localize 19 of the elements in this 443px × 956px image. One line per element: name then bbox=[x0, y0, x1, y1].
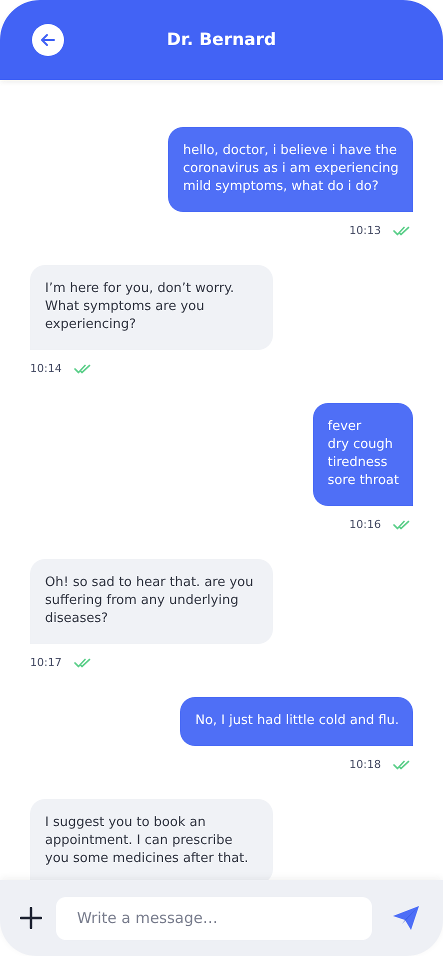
message-input[interactable]: Write a message… bbox=[56, 896, 372, 940]
message-time: 10:13 bbox=[349, 224, 381, 237]
plus-icon bbox=[20, 907, 42, 929]
message-bubble: Oh! so sad to hear that. are you suffering from any underlying diseases? bbox=[30, 559, 273, 644]
message-time: 10:14 bbox=[30, 362, 62, 375]
back-arrow-icon bbox=[39, 31, 57, 49]
message-bubble: No, I just had little cold and flu. bbox=[180, 697, 413, 746]
message-bubble: fever dry cough tiredness sore throat bbox=[312, 403, 413, 506]
back-button[interactable] bbox=[32, 24, 64, 56]
chat-title: Dr. Bernard bbox=[166, 30, 276, 50]
add-button[interactable] bbox=[20, 907, 42, 929]
message-time: 10:18 bbox=[349, 758, 381, 771]
paper-plane-icon bbox=[392, 905, 420, 931]
message-bubble: I suggest you to book an appointment. I can prescribe you some medicines after that. bbox=[30, 799, 273, 880]
send-button[interactable] bbox=[392, 905, 420, 931]
message-bubble: I’m here for you, don’t worry. What symptoms are you experiencing? bbox=[30, 265, 273, 350]
message-time: 10:16 bbox=[349, 518, 381, 531]
message-bubble: hello, doctor, i believe i have the coronavirus as i am experiencing mild symptoms, what do i do? bbox=[168, 127, 413, 212]
message-time: 10:17 bbox=[30, 656, 62, 669]
